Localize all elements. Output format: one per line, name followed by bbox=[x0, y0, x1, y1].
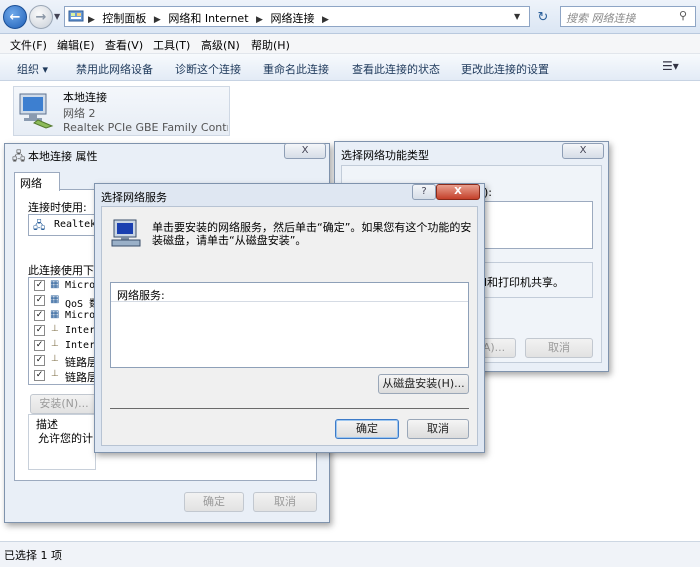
component-checkbox[interactable]: ✓ bbox=[34, 310, 45, 321]
feature-window-title: 选择网络功能类型 bbox=[341, 149, 429, 162]
component-item[interactable]: Interr bbox=[65, 340, 97, 351]
protocol-icon: ⊥ bbox=[51, 339, 59, 349]
protocol-icon: ⊥ bbox=[51, 369, 59, 379]
properties-close-button[interactable]: X bbox=[284, 143, 326, 159]
feature-cancel-button[interactable]: 取消 bbox=[525, 338, 593, 358]
components-label: 此连接使用下列 bbox=[28, 264, 94, 277]
menu-edit[interactable]: 编辑(E) bbox=[57, 37, 95, 53]
component-checkbox[interactable]: ✓ bbox=[34, 355, 45, 366]
adapter-name: Realtek bbox=[54, 219, 97, 230]
component-item[interactable]: QoS 数 bbox=[65, 295, 97, 310]
description-text: 允许您的计 bbox=[38, 432, 93, 445]
network-service-icon bbox=[111, 219, 141, 247]
help-button[interactable]: ? bbox=[412, 184, 436, 200]
component-checkbox[interactable]: ✓ bbox=[34, 295, 45, 306]
feature-description: l和打印机共享。 bbox=[484, 276, 565, 289]
status-text: 已选择 1 项 bbox=[4, 549, 62, 562]
rename-button[interactable]: 重命名此连接 bbox=[263, 61, 329, 77]
component-checkbox[interactable]: ✓ bbox=[34, 370, 45, 381]
adapter-icon: 🖧 bbox=[33, 219, 46, 232]
menu-view[interactable]: 查看(V) bbox=[105, 37, 143, 53]
breadcrumb: ▶ 控制面板 ▶ 网络和 Internet ▶ 网络连接 ▶ bbox=[88, 10, 333, 26]
diagnose-button[interactable]: 诊断这个连接 bbox=[175, 61, 241, 77]
component-checkbox[interactable]: ✓ bbox=[34, 340, 45, 351]
properties-window-title: 本地连接 属性 bbox=[28, 150, 98, 163]
connect-using-label: 连接时使用: bbox=[28, 201, 87, 214]
dialog-divider bbox=[110, 408, 469, 409]
back-button[interactable]: ← bbox=[3, 5, 27, 29]
breadcrumb-control-panel[interactable]: 控制面板 bbox=[102, 12, 146, 25]
component-item[interactable]: 链路层 bbox=[65, 369, 97, 385]
breadcrumb-separator-icon[interactable]: ▶ bbox=[322, 15, 329, 25]
refresh-icon[interactable]: ↻ bbox=[533, 7, 553, 26]
breadcrumb-separator-icon[interactable]: ▶ bbox=[256, 15, 263, 25]
view-status-button[interactable]: 查看此连接的状态 bbox=[352, 61, 440, 77]
connection-network: 网络 2 bbox=[63, 107, 96, 120]
search-icon[interactable]: ⚲ bbox=[679, 9, 687, 22]
address-dropdown-icon[interactable]: ▼ bbox=[514, 12, 520, 21]
service-icon: ▦ bbox=[50, 309, 60, 320]
menu-tools[interactable]: 工具(T) bbox=[153, 37, 190, 53]
breadcrumb-network-connections[interactable]: 网络连接 bbox=[270, 12, 314, 25]
component-checkbox[interactable]: ✓ bbox=[34, 280, 45, 291]
component-item[interactable]: 链路层 bbox=[65, 354, 97, 370]
protocol-icon: ⊥ bbox=[51, 354, 59, 364]
breadcrumb-network-internet[interactable]: 网络和 Internet bbox=[168, 12, 248, 25]
client-icon: ▦ bbox=[50, 279, 60, 290]
feature-label-fragment: ): bbox=[484, 186, 492, 199]
organize-button[interactable]: 组织 ▾ bbox=[17, 61, 48, 77]
breadcrumb-separator-icon[interactable]: ▶ bbox=[154, 15, 161, 25]
menu-help[interactable]: 帮助(H) bbox=[251, 37, 290, 53]
service-icon: ▦ bbox=[50, 294, 60, 305]
disable-device-button[interactable]: 禁用此网络设备 bbox=[76, 61, 153, 77]
properties-window-icon: 🖧 bbox=[12, 149, 26, 163]
status-bar bbox=[0, 541, 700, 567]
install-button[interactable]: 安装(N)... bbox=[30, 394, 98, 414]
protocol-icon: ⊥ bbox=[51, 324, 59, 334]
change-settings-button[interactable]: 更改此连接的设置 bbox=[461, 61, 549, 77]
service-instruction-line2: 装磁盘，请单击“从磁盘安装”。 bbox=[152, 234, 307, 247]
menu-file[interactable]: 文件(F) bbox=[10, 37, 47, 53]
search-placeholder: 搜索 网络连接 bbox=[566, 12, 636, 25]
control-panel-icon bbox=[68, 10, 84, 22]
service-dialog-title: 选择网络服务 bbox=[101, 191, 167, 204]
service-ok-button[interactable]: 确定 bbox=[335, 419, 399, 439]
properties-ok-button[interactable]: 确定 bbox=[184, 492, 244, 512]
change-view-icon[interactable]: ☰▾ bbox=[662, 59, 679, 73]
service-close-button[interactable]: X bbox=[436, 184, 480, 200]
network-adapter-icon bbox=[19, 93, 54, 129]
service-cancel-button[interactable]: 取消 bbox=[407, 419, 469, 439]
breadcrumb-separator-icon[interactable]: ▶ bbox=[88, 15, 95, 25]
component-item[interactable]: Interr bbox=[65, 325, 97, 336]
properties-cancel-button[interactable]: 取消 bbox=[253, 492, 317, 512]
connection-name: 本地连接 bbox=[63, 91, 107, 104]
feature-close-button[interactable]: X bbox=[562, 143, 604, 159]
menu-advanced[interactable]: 高级(N) bbox=[201, 37, 240, 53]
forward-button[interactable]: → bbox=[29, 5, 53, 29]
have-disk-button[interactable]: 从磁盘安装(H)... bbox=[378, 374, 469, 394]
component-item[interactable]: Micros bbox=[65, 280, 97, 291]
feature-list[interactable] bbox=[482, 201, 593, 249]
component-checkbox[interactable]: ✓ bbox=[34, 325, 45, 336]
connection-adapter: Realtek PCIe GBE Family Contr... bbox=[63, 121, 228, 134]
component-item[interactable]: Micros bbox=[65, 310, 97, 321]
history-dropdown-icon[interactable]: ▼ bbox=[54, 12, 60, 21]
tab-network-label: 网络 bbox=[20, 177, 42, 190]
service-list-header-label: 网络服务: bbox=[117, 289, 165, 302]
